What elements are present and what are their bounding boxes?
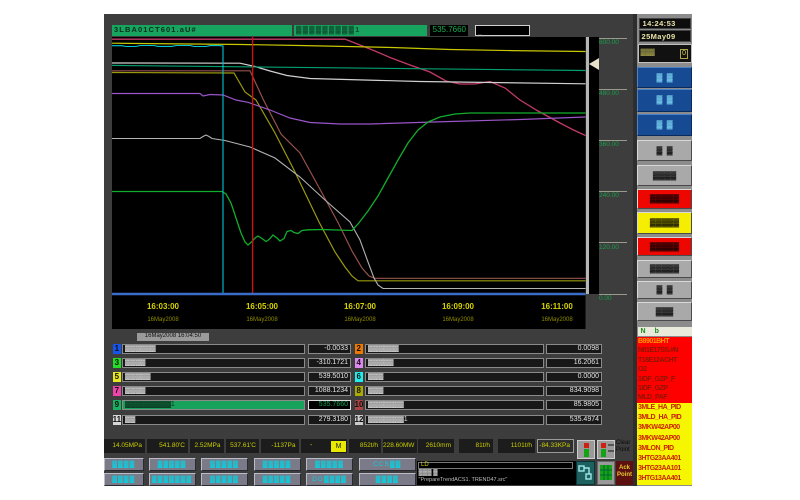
svg-text:16May2008: 16May2008: [344, 317, 376, 323]
svg-text:16:09:00: 16:09:00: [442, 302, 475, 311]
svg-text:16:05:00: 16:05:00: [246, 302, 279, 311]
svg-text:16:11:00: 16:11:00: [541, 302, 573, 311]
svg-text:16May2008: 16May2008: [246, 317, 278, 323]
svg-text:16May2008: 16May2008: [541, 317, 573, 323]
svg-text:16May2008: 16May2008: [442, 317, 474, 323]
svg-text:16:03:00: 16:03:00: [147, 302, 180, 311]
svg-text:16:07:00: 16:07:00: [344, 302, 377, 311]
svg-text:16May2008: 16May2008: [147, 317, 179, 323]
